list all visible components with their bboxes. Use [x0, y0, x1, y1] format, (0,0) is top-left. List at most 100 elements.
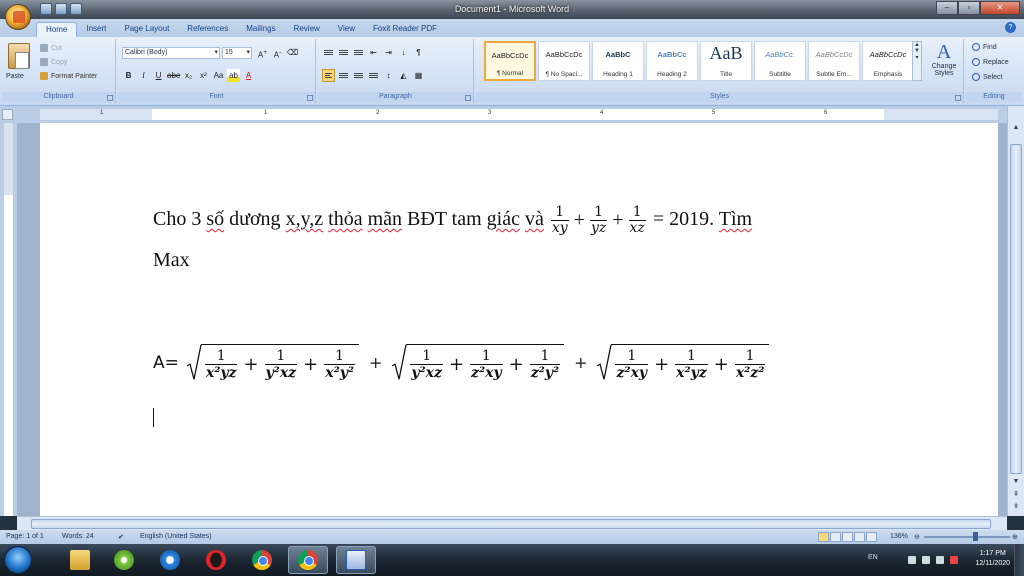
draft-icon[interactable] — [866, 532, 877, 542]
justify-icon[interactable] — [367, 69, 380, 82]
horizontal-ruler[interactable]: 1 1 2 3 4 5 6 — [40, 109, 998, 120]
taskbar-media-player[interactable] — [104, 546, 144, 574]
align-center-icon[interactable] — [337, 69, 350, 82]
maximize-button[interactable]: ▫ — [958, 1, 980, 15]
vertical-ruler[interactable] — [0, 123, 17, 516]
alert-icon[interactable] — [950, 556, 958, 564]
change-styles-button[interactable]: A Change Styles — [927, 41, 961, 77]
font-launcher-icon[interactable] — [307, 95, 313, 101]
word-count[interactable]: Words: 24 — [62, 533, 94, 540]
taskbar-word[interactable] — [336, 546, 376, 574]
sort-icon[interactable]: ↓ — [397, 46, 410, 59]
font-color-icon[interactable]: A — [242, 69, 255, 82]
shrink-font-icon[interactable]: A- — [271, 46, 284, 60]
style-subtitle[interactable]: AaBbCc. Subtitle — [754, 41, 806, 81]
bold-icon[interactable]: B — [122, 69, 135, 82]
web-layout-icon[interactable] — [842, 532, 853, 542]
volume-icon[interactable] — [936, 556, 944, 564]
proofing-icon[interactable]: ✔ — [118, 533, 124, 541]
select-button[interactable]: Select — [972, 73, 1002, 81]
taskbar-chrome-active[interactable] — [288, 546, 328, 574]
line-spacing-icon[interactable]: ↕ — [382, 69, 395, 82]
find-button[interactable]: Find — [972, 43, 997, 51]
scroll-up-icon[interactable]: ▲ — [1010, 124, 1022, 136]
replace-button[interactable]: Replace — [972, 58, 1009, 66]
language-indicator[interactable]: English (United States) — [140, 533, 212, 540]
zoom-slider-knob[interactable] — [973, 532, 979, 541]
font-name-select[interactable]: Calibri (Body) — [122, 47, 220, 59]
style-subtle-emphasis[interactable]: AaBbCcDc Subtle Em... — [808, 41, 860, 81]
minimize-button[interactable]: – — [936, 1, 958, 15]
copy-button[interactable]: Copy — [40, 58, 67, 66]
italic-icon[interactable]: I — [137, 69, 150, 82]
numbering-icon[interactable] — [337, 46, 350, 59]
full-screen-reading-icon[interactable] — [830, 532, 841, 542]
network-icon[interactable] — [922, 556, 930, 564]
horizontal-scrollbar[interactable] — [17, 516, 1007, 530]
underline-icon[interactable]: U — [152, 69, 165, 82]
start-button[interactable] — [4, 546, 32, 574]
taskbar-explorer[interactable] — [60, 546, 100, 574]
page-count[interactable]: Page: 1 of 1 — [6, 533, 44, 540]
shading-icon[interactable]: ◭ — [397, 69, 410, 82]
tab-mailings[interactable]: Mailings — [237, 22, 284, 37]
scroll-down-icon[interactable]: ▼ — [1010, 478, 1022, 490]
align-left-icon[interactable] — [322, 69, 335, 82]
tab-review[interactable]: Review — [285, 22, 329, 37]
highlight-color-icon[interactable]: ab — [227, 69, 240, 82]
zoom-out-icon[interactable]: ⊖ — [914, 533, 920, 541]
style-no-spacing[interactable]: AaBbCcDc ¶ No Spaci... — [538, 41, 590, 81]
bullets-icon[interactable] — [322, 46, 335, 59]
strikethrough-icon[interactable]: abe — [167, 69, 180, 82]
tab-home[interactable]: Home — [36, 22, 78, 37]
tab-references[interactable]: References — [178, 22, 237, 37]
vertical-scroll-thumb[interactable] — [1010, 144, 1022, 474]
style-title[interactable]: AaB Title — [700, 41, 752, 81]
print-layout-icon[interactable] — [818, 532, 829, 542]
subscript-icon[interactable]: x₂ — [182, 69, 195, 82]
next-page-icon[interactable]: ⇟ — [1010, 502, 1022, 514]
paste-icon[interactable] — [8, 43, 30, 69]
styles-gallery-scroll[interactable]: ▲ ▼ ▾ — [912, 41, 922, 81]
superscript-icon[interactable]: x² — [197, 69, 210, 82]
clock[interactable]: 1:17 PM 12/11/2020 — [975, 549, 1010, 569]
zoom-in-icon[interactable]: ⊕ — [1012, 533, 1018, 541]
change-case-icon[interactable]: Aa — [212, 69, 225, 82]
tab-foxit-reader-pdf[interactable]: Foxit Reader PDF — [364, 22, 446, 37]
tab-insert[interactable]: Insert — [77, 22, 115, 37]
grow-font-icon[interactable]: A+ — [256, 46, 269, 60]
paste-button[interactable]: Paste — [6, 73, 24, 80]
previous-page-icon[interactable]: ⇞ — [1010, 490, 1022, 502]
increase-indent-icon[interactable]: ⇥ — [382, 46, 395, 59]
zoom-level[interactable]: 136% — [890, 533, 908, 540]
input-language[interactable]: EN — [868, 554, 878, 561]
tab-selector[interactable] — [2, 109, 13, 120]
format-painter-button[interactable]: Format Painter — [40, 72, 97, 80]
office-button[interactable] — [5, 4, 31, 30]
align-right-icon[interactable] — [352, 69, 365, 82]
cut-button[interactable]: Cut — [40, 44, 62, 52]
paragraph-launcher-icon[interactable] — [465, 95, 471, 101]
clear-formatting-icon[interactable]: ⌫ — [286, 46, 299, 59]
clipboard-launcher-icon[interactable] — [107, 95, 113, 101]
borders-icon[interactable]: ▦ — [412, 69, 425, 82]
taskbar-opera[interactable] — [196, 546, 236, 574]
tab-view[interactable]: View — [329, 22, 364, 37]
show-marks-icon[interactable]: ¶ — [412, 46, 425, 59]
tab-page-layout[interactable]: Page Layout — [115, 22, 178, 37]
horizontal-scroll-thumb[interactable] — [31, 519, 991, 529]
help-icon[interactable]: ? — [1005, 22, 1016, 33]
style-heading-2[interactable]: AaBbCc Heading 2 — [646, 41, 698, 81]
show-hidden-icons-icon[interactable] — [908, 556, 916, 564]
taskbar-chrome[interactable] — [242, 546, 282, 574]
style-emphasis[interactable]: AaBbCcDc Emphasis — [862, 41, 914, 81]
decrease-indent-icon[interactable]: ⇤ — [367, 46, 380, 59]
font-size-select[interactable]: 15 — [222, 47, 252, 59]
zoom-slider[interactable] — [924, 532, 1010, 541]
vertical-scrollbar[interactable]: ▲ ▼ ⇞ ⇟ — [1007, 106, 1024, 516]
close-button[interactable]: ✕ — [980, 1, 1020, 15]
style-heading-1[interactable]: AaBbC Heading 1 — [592, 41, 644, 81]
show-desktop-button[interactable] — [1014, 544, 1024, 576]
outline-icon[interactable] — [854, 532, 865, 542]
document-page[interactable]: Cho 3 số dương x,y,z thỏa mãn BĐT tam gi… — [40, 123, 998, 516]
